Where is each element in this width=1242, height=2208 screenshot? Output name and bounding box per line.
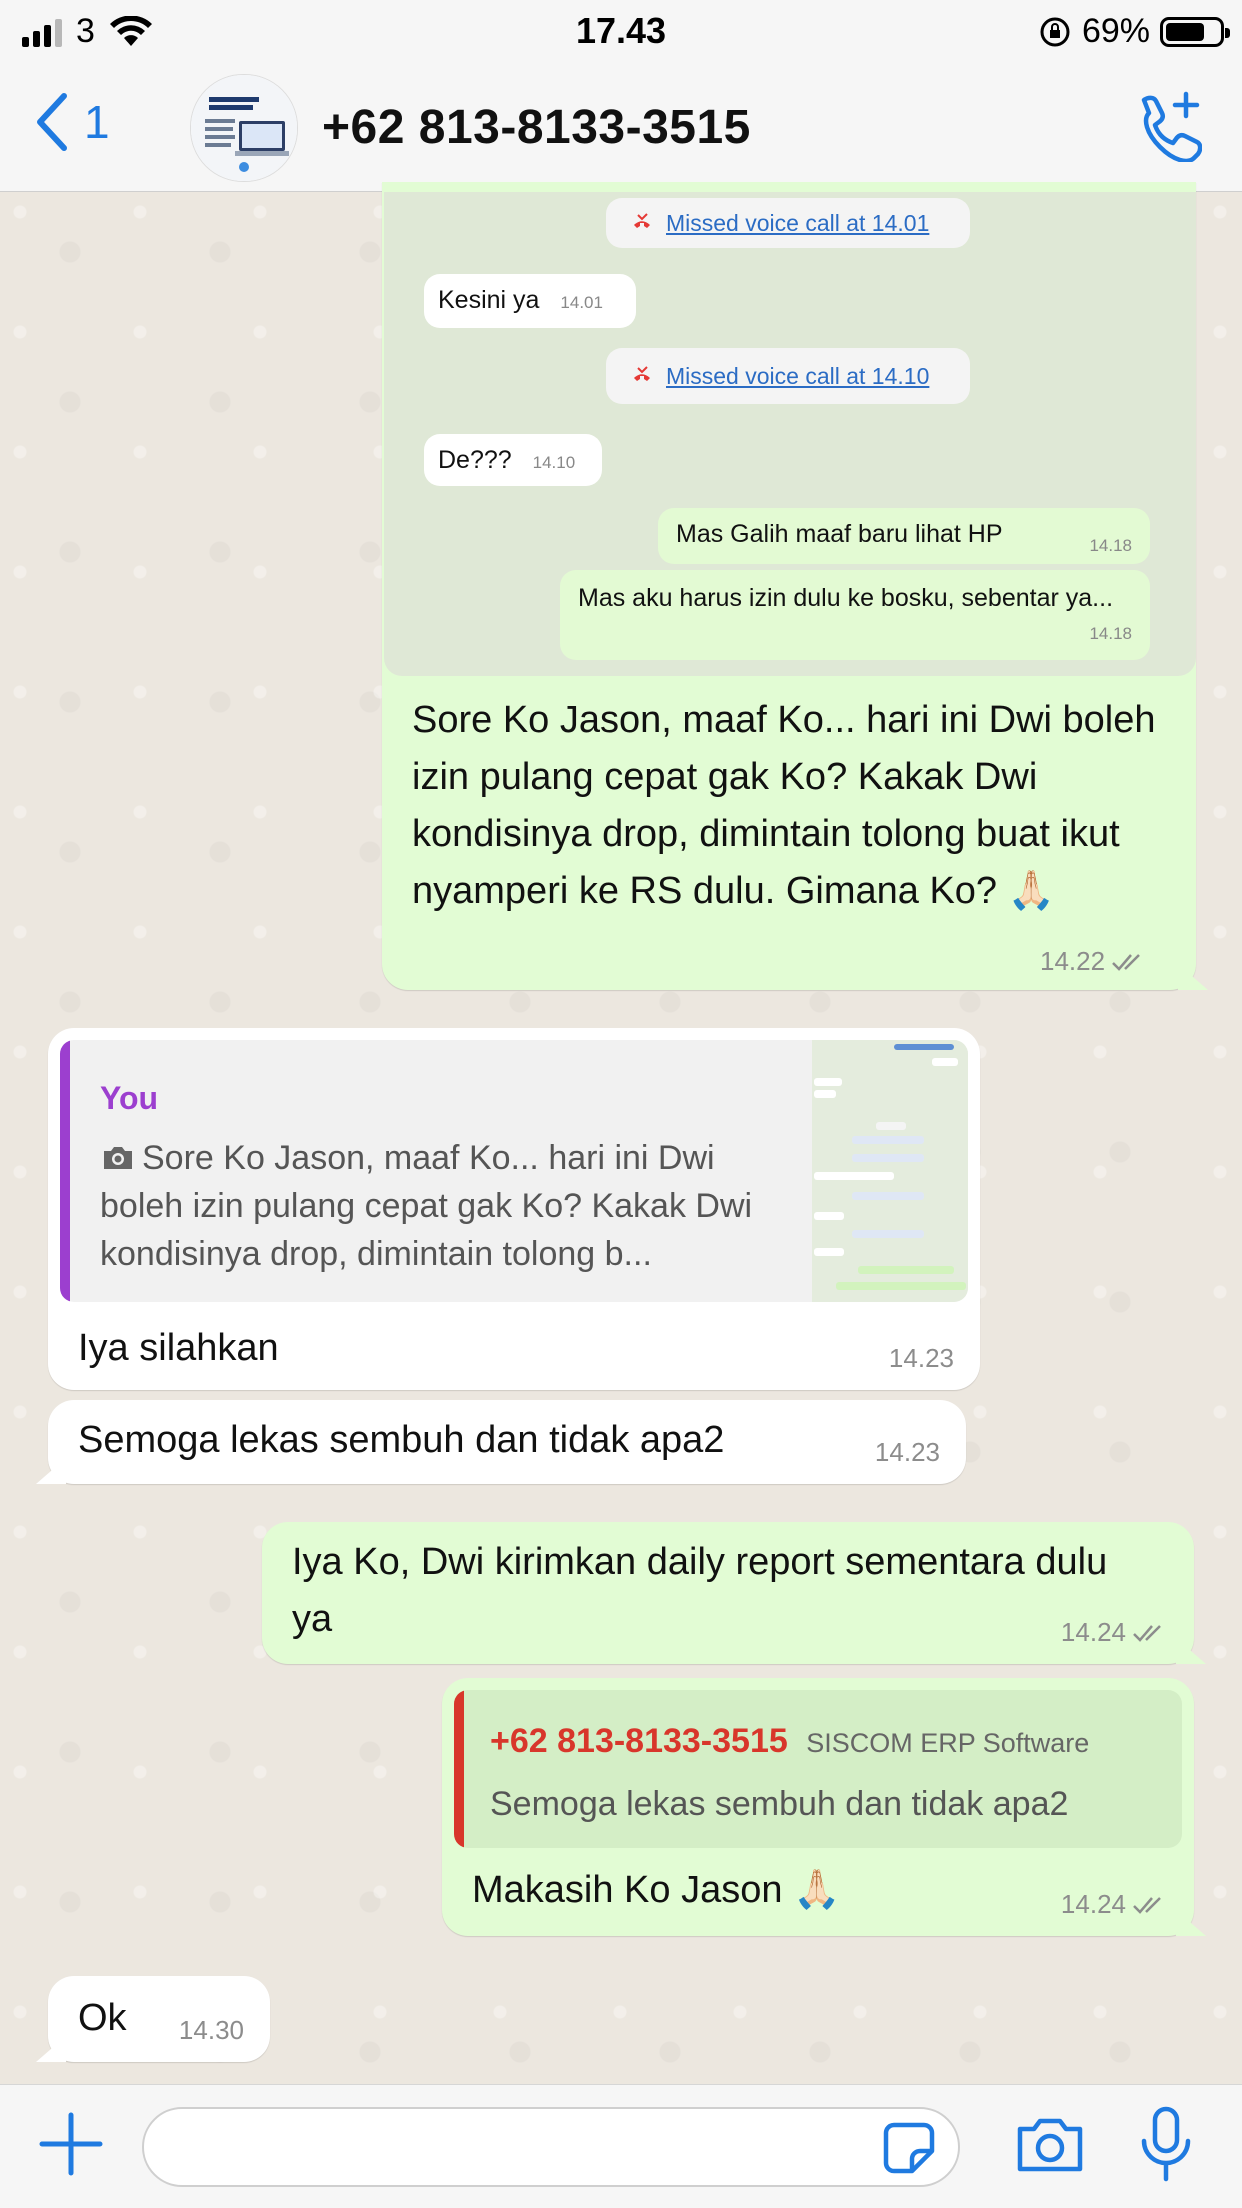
composer-bar bbox=[0, 2084, 1242, 2208]
screenshot-message-time: 14.01 bbox=[560, 293, 603, 312]
voice-message-button[interactable] bbox=[1136, 2105, 1196, 2185]
chat-header: 1 +62 813-8133-3515 bbox=[0, 62, 1242, 192]
message-time: 14.24 bbox=[1060, 1617, 1126, 1647]
rotation-lock-icon bbox=[1040, 17, 1070, 46]
camera-button[interactable] bbox=[1014, 2111, 1086, 2177]
unread-count: 1 bbox=[84, 96, 110, 148]
microphone-icon bbox=[1141, 2106, 1191, 2182]
sticker-button[interactable] bbox=[880, 2119, 938, 2177]
quote-text: Semoga lekas sembuh dan tidak apa2 bbox=[490, 1785, 1069, 1823]
camera-small-icon bbox=[104, 1147, 132, 1169]
message-meta: 14.24 bbox=[1061, 1617, 1168, 1648]
camera-icon bbox=[1017, 2118, 1083, 2172]
message-in-reply[interactable]: You Sore Ko Jason, maaf Ko... hari ini D… bbox=[48, 1028, 980, 1390]
double-check-icon bbox=[1133, 1896, 1161, 1914]
status-right: 69% bbox=[1038, 12, 1230, 51]
message-time: 14.30 bbox=[178, 2015, 244, 2045]
screenshot-message-out: Mas Galih maaf baru lihat HP 14.18 bbox=[658, 508, 1150, 564]
status-bar: 3 17.43 69% bbox=[0, 0, 1242, 62]
screenshot-message-time: 14.10 bbox=[532, 453, 576, 472]
message-time: 14.23 bbox=[874, 1437, 940, 1467]
quote-body: Sore Ko Jason, maaf Ko... hari ini Dwi b… bbox=[100, 1134, 800, 1278]
message-text: Sore Ko Jason, maaf Ko... hari ini Dwi b… bbox=[412, 699, 1156, 912]
screenshot-message-text: Mas aku harus izin dulu ke bosku, sebent… bbox=[578, 584, 1114, 612]
screenshot-message-in: De??? 14.10 bbox=[424, 434, 602, 486]
quote-author: +62 813-8133-3515 bbox=[490, 1722, 788, 1760]
back-button[interactable]: 1 bbox=[34, 92, 110, 152]
quote-subtitle: SISCOM ERP Software bbox=[806, 1728, 1090, 1758]
message-text: Iya silahkan bbox=[78, 1327, 279, 1369]
screenshot-message-time: 14.18 bbox=[1089, 536, 1132, 555]
message-meta: 14.24 bbox=[1061, 1889, 1168, 1920]
avatar-image bbox=[191, 75, 297, 181]
missed-call-text: Missed voice call at 14.10 bbox=[666, 362, 930, 389]
sticker-icon bbox=[883, 2122, 935, 2174]
shared-screenshot-image[interactable]: Missed voice call at 14.01 Kesini ya 14.… bbox=[384, 192, 1196, 676]
message-in[interactable]: Semoga lekas sembuh dan tidak apa2 14.23 bbox=[36, 1400, 966, 1484]
message-text: Makasih Ko Jason 🙏🏻 bbox=[472, 1869, 841, 1911]
quoted-message[interactable]: +62 813-8133-3515 SISCOM ERP Software Se… bbox=[454, 1690, 1182, 1848]
screenshot-message-in: Kesini ya 14.01 bbox=[424, 274, 636, 328]
missed-call-icon bbox=[634, 213, 650, 228]
missed-call-icon bbox=[634, 366, 650, 381]
screenshot-message-time: 14.18 bbox=[1089, 624, 1132, 643]
screenshot-message-out: Mas aku harus izin dulu ke bosku, sebent… bbox=[560, 570, 1150, 660]
attach-button[interactable] bbox=[36, 2109, 106, 2179]
message-text: Ok bbox=[78, 1997, 127, 2039]
screenshot-message-text: De??? bbox=[438, 446, 512, 474]
avatar[interactable] bbox=[190, 74, 298, 182]
message-text: Semoga lekas sembuh dan tidak apa2 bbox=[78, 1419, 725, 1461]
missed-call-notice: Missed voice call at 14.10 bbox=[606, 348, 970, 404]
message-time: 14.24 bbox=[1060, 1889, 1126, 1919]
quote-author: You bbox=[100, 1080, 159, 1116]
message-time: 14.22 bbox=[1040, 946, 1106, 976]
message-text: Iya Ko, Dwi kirimkan daily report sement… bbox=[292, 1541, 1108, 1640]
phone-add-icon bbox=[1141, 91, 1202, 162]
voice-call-button[interactable] bbox=[1130, 90, 1202, 162]
message-meta: 14.22 bbox=[1040, 946, 1147, 977]
message-input[interactable] bbox=[142, 2107, 960, 2187]
message-meta: 14.23 bbox=[875, 1437, 940, 1468]
screenshot-message-text: Mas Galih maaf baru lihat HP bbox=[676, 520, 1003, 548]
double-check-icon bbox=[1133, 1624, 1161, 1642]
quote-text: Sore Ko Jason, maaf Ko... hari ini Dwi b… bbox=[100, 1139, 753, 1273]
message-meta: 14.30 bbox=[179, 2015, 244, 2046]
plus-icon bbox=[39, 2112, 103, 2176]
quote-header: +62 813-8133-3515 SISCOM ERP Software bbox=[490, 1722, 1089, 1761]
message-out-reply[interactable]: +62 813-8133-3515 SISCOM ERP Software Se… bbox=[442, 1678, 1206, 1936]
message-time: 14.23 bbox=[888, 1343, 954, 1373]
battery-percent: 69% bbox=[1081, 12, 1150, 50]
contact-name[interactable]: +62 813-8133-3515 bbox=[322, 100, 751, 155]
quote-thumbnail bbox=[812, 1040, 968, 1302]
battery-icon bbox=[1160, 16, 1230, 47]
double-check-icon bbox=[1112, 953, 1140, 971]
quote-bar bbox=[454, 1690, 464, 1848]
missed-call-text: Missed voice call at 14.01 bbox=[666, 209, 930, 236]
back-chevron-icon bbox=[37, 93, 67, 151]
message-in[interactable]: Ok 14.30 bbox=[36, 1976, 270, 2062]
quoted-message[interactable]: You Sore Ko Jason, maaf Ko... hari ini D… bbox=[60, 1040, 968, 1302]
message-out[interactable]: Iya Ko, Dwi kirimkan daily report sement… bbox=[262, 1522, 1206, 1664]
quote-bar bbox=[60, 1040, 70, 1302]
screenshot-message-text: Kesini ya bbox=[438, 286, 540, 314]
message-meta: 14.23 bbox=[889, 1343, 954, 1374]
missed-call-notice: Missed voice call at 14.01 bbox=[606, 198, 970, 248]
